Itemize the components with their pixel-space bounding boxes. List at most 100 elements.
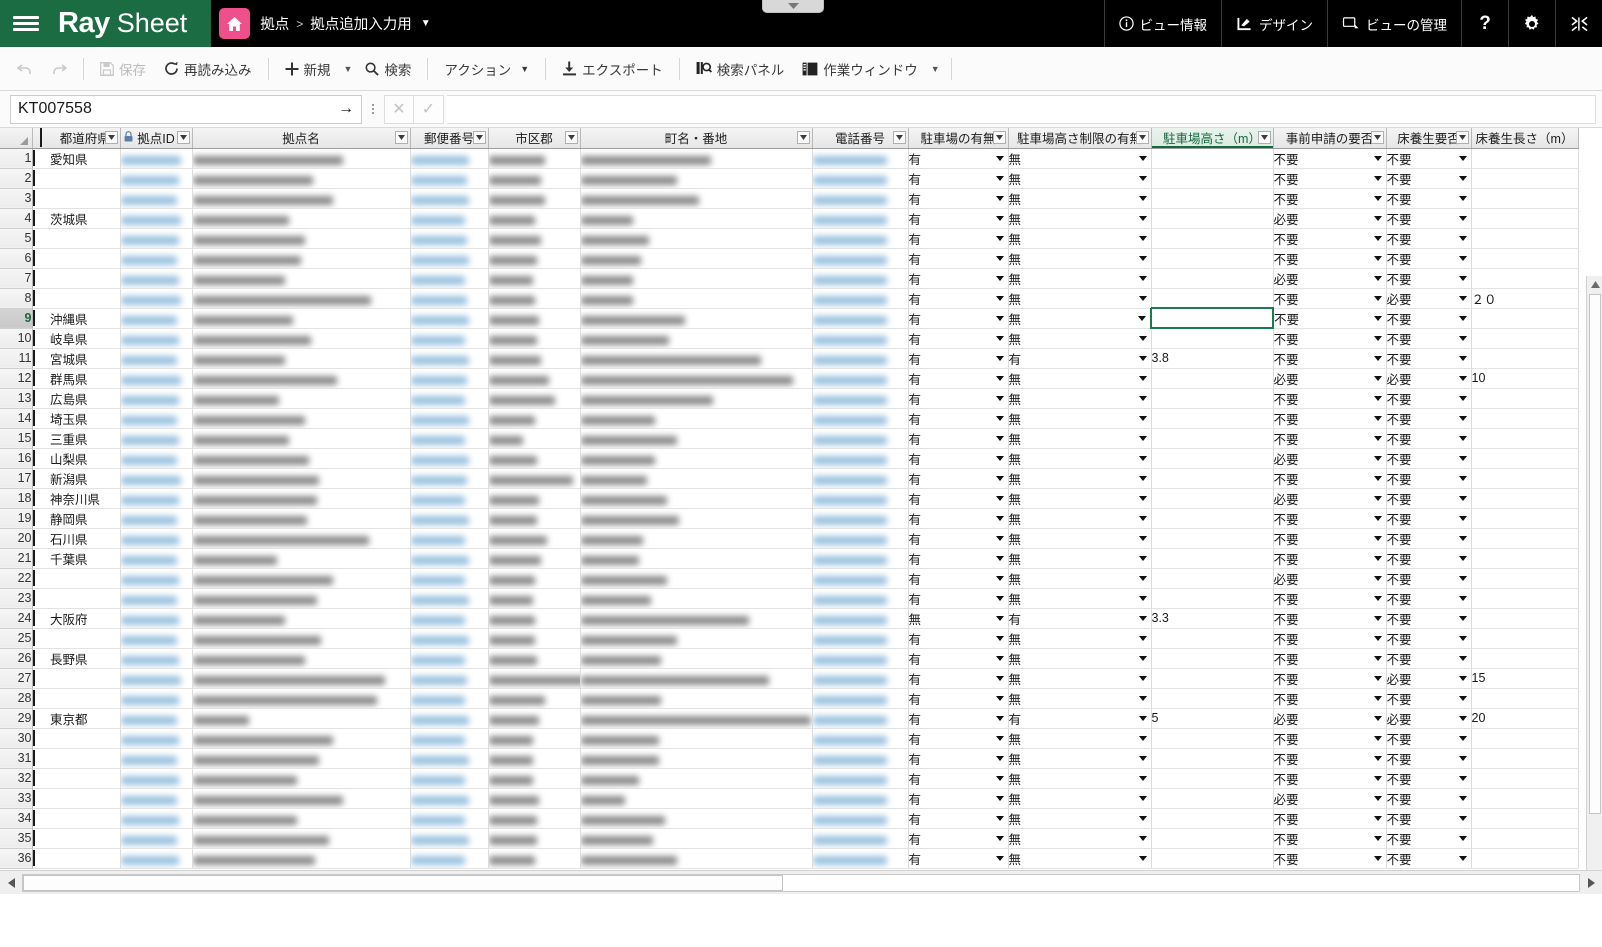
cell-redacted[interactable] (410, 168, 489, 189)
cell-redacted[interactable] (580, 668, 813, 689)
cell-parking-available[interactable]: 有 (908, 688, 1009, 709)
cell-height-limit[interactable]: 無 (1008, 148, 1152, 169)
cell-redacted[interactable] (192, 208, 411, 229)
row-checkbox[interactable] (32, 708, 50, 729)
cell-parking-height[interactable] (1151, 488, 1274, 509)
dropdown-arrow-icon[interactable] (1373, 595, 1382, 601)
cell-redacted[interactable] (488, 668, 581, 689)
checkbox-column-header[interactable] (32, 128, 50, 149)
cell-redacted[interactable] (812, 648, 909, 669)
cell-redacted[interactable] (812, 548, 909, 569)
table-row[interactable]: 14 埼玉県 有 無 不要 不要 (0, 408, 1579, 429)
column-filter-icon[interactable] (992, 131, 1006, 144)
dropdown-arrow-icon[interactable] (1138, 435, 1147, 441)
row-header[interactable]: 25 (0, 628, 33, 649)
row-checkbox[interactable] (32, 748, 50, 769)
cell-floor-protection[interactable]: 不要 (1386, 428, 1472, 449)
cell-floor-length[interactable] (1471, 648, 1579, 669)
dropdown-arrow-icon[interactable] (1373, 695, 1382, 701)
table-row[interactable]: 29 東京都有有 5 必要 必要 20 (0, 708, 1579, 729)
row-header[interactable]: 20 (0, 528, 33, 549)
cell-redacted[interactable] (120, 268, 193, 289)
cell-floor-protection[interactable]: 必要 (1386, 368, 1472, 389)
row-header[interactable]: 17 (0, 468, 33, 489)
row-checkbox[interactable] (32, 508, 50, 529)
cell-parking-height[interactable] (1151, 388, 1274, 409)
dropdown-arrow-icon[interactable] (1373, 435, 1382, 441)
table-row[interactable]: 31 有 無 不要 不要 (0, 748, 1579, 769)
cell-redacted[interactable] (812, 608, 909, 629)
cell-floor-protection[interactable]: 不要 (1386, 328, 1472, 349)
cell-redacted[interactable] (580, 848, 813, 869)
dropdown-arrow-icon[interactable] (995, 335, 1004, 341)
cell-prior-application[interactable]: 不要 (1273, 508, 1387, 529)
cell-parking-available[interactable]: 有 (908, 628, 1009, 649)
dropdown-arrow-icon[interactable] (1458, 635, 1467, 641)
dropdown-arrow-icon[interactable] (1373, 855, 1382, 861)
cell-redacted[interactable] (488, 508, 581, 529)
cell-redacted[interactable] (488, 608, 581, 629)
cell-prefecture[interactable] (50, 588, 121, 609)
cell-redacted[interactable] (192, 588, 411, 609)
cell-floor-length[interactable] (1471, 468, 1579, 489)
dropdown-arrow-icon[interactable] (995, 855, 1004, 861)
dropdown-arrow-icon[interactable] (995, 235, 1004, 241)
dropdown-arrow-icon[interactable] (1373, 675, 1382, 681)
cell-prior-application[interactable]: 不要 (1273, 728, 1387, 749)
dropdown-arrow-icon[interactable] (995, 655, 1004, 661)
cell-redacted[interactable] (410, 248, 489, 269)
cell-floor-protection[interactable]: 不要 (1386, 488, 1472, 509)
cell-redacted[interactable] (580, 168, 813, 189)
cell-redacted[interactable] (410, 228, 489, 249)
cell-height-limit[interactable]: 無 (1008, 328, 1152, 349)
search-panel-button[interactable]: 検索パネル (687, 54, 794, 84)
cell-prior-application[interactable]: 不要 (1273, 628, 1387, 649)
view-manage-button[interactable]: ビューの管理 (1327, 0, 1461, 47)
dropdown-arrow-icon[interactable] (1138, 175, 1147, 181)
row-header[interactable]: 15 (0, 428, 33, 449)
cell-floor-length[interactable] (1471, 448, 1579, 469)
cell-redacted[interactable] (580, 648, 813, 669)
dropdown-arrow-icon[interactable] (995, 255, 1004, 261)
horizontal-scrollbar[interactable] (0, 870, 1602, 894)
cell-redacted[interactable] (812, 828, 909, 849)
cell-redacted[interactable] (120, 148, 193, 169)
row-header[interactable]: 12 (0, 368, 33, 389)
cell-prior-application[interactable]: 必要 (1273, 368, 1387, 389)
dropdown-arrow-icon[interactable] (1138, 695, 1147, 701)
breadcrumb-root[interactable]: 拠点 (260, 13, 289, 34)
cell-redacted[interactable] (488, 748, 581, 769)
cell-redacted[interactable] (812, 728, 909, 749)
dropdown-arrow-icon[interactable] (1138, 855, 1147, 861)
table-row[interactable]: 9 沖縄県 有 無 不要 不要 (0, 307, 1579, 329)
dropdown-arrow-icon[interactable] (995, 695, 1004, 701)
cell-height-limit[interactable]: 無 (1008, 808, 1152, 829)
cell-floor-length[interactable] (1471, 628, 1579, 649)
cell-redacted[interactable] (120, 368, 193, 389)
cell-floor-length[interactable] (1471, 788, 1579, 809)
cell-parking-height[interactable] (1151, 568, 1274, 589)
cell-prior-application[interactable]: 不要 (1273, 228, 1387, 249)
cell-parking-available[interactable]: 有 (908, 808, 1009, 829)
cell-redacted[interactable] (120, 168, 193, 189)
row-checkbox[interactable] (32, 728, 50, 749)
cell-floor-protection[interactable]: 不要 (1386, 228, 1472, 249)
cell-floor-protection[interactable]: 不要 (1386, 568, 1472, 589)
cell-parking-available[interactable]: 有 (908, 408, 1009, 429)
cell-floor-length[interactable] (1471, 748, 1579, 769)
table-row[interactable]: 10 岐阜県 有 無 不要 不要 (0, 328, 1579, 349)
cell-height-limit[interactable]: 無 (1008, 228, 1152, 249)
cell-redacted[interactable] (120, 488, 193, 509)
dropdown-arrow-icon[interactable] (1138, 415, 1147, 421)
dropdown-arrow-icon[interactable] (1138, 195, 1147, 201)
dropdown-arrow-icon[interactable] (1458, 155, 1467, 161)
arrow-right-icon[interactable]: → (334, 100, 354, 118)
cell-redacted[interactable] (812, 208, 909, 229)
breadcrumb-current[interactable]: 拠点追加入力用 (310, 13, 412, 34)
cell-prefecture[interactable]: 山梨県 (50, 448, 121, 469)
cell-parking-available[interactable]: 有 (908, 528, 1009, 549)
cell-prior-application[interactable]: 不要 (1273, 468, 1387, 489)
cell-prefecture[interactable] (50, 628, 121, 649)
cell-redacted[interactable] (488, 828, 581, 849)
cell-prior-application[interactable]: 必要 (1273, 268, 1387, 289)
